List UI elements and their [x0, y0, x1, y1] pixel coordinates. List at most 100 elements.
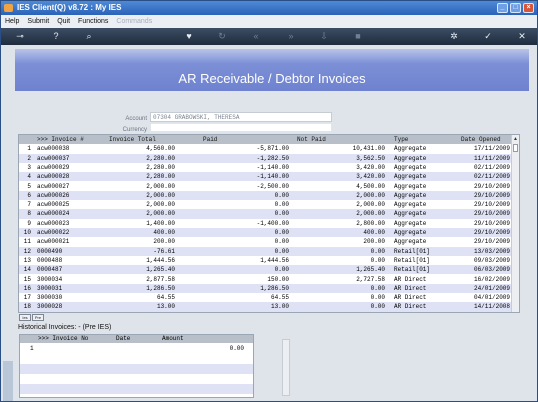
table-row[interactable]: 18 3000028 13.00 13.00 0.00 AR Direct 14/11/20… — [19, 302, 512, 312]
paid-amount: 13.00 — [270, 303, 289, 311]
heart-icon[interactable]: ♥ — [184, 31, 194, 41]
export-icon[interactable]: ⇩ — [319, 31, 329, 41]
table-row[interactable]: 5 acw000027 2,000.00 -2,500.00 4,500.00 Aggre… — [19, 182, 512, 191]
account-label: Account — [125, 116, 147, 122]
paid-amount: 0.00 — [274, 201, 289, 209]
cancel-icon[interactable]: ✕ — [517, 31, 527, 41]
table-row[interactable]: 2 acw000037 2,280.00 -1,282.50 3,562.50 Aggre… — [19, 153, 512, 163]
tab-pre[interactable]: Pre — [32, 314, 44, 321]
history-row-number: 1 — [30, 345, 34, 352]
table-row[interactable]: 10 acw000022 400.00 0.00 400.00 Aggregate 29/1… — [19, 228, 512, 238]
toolbar: ⊸ ? ⌕ ♥ ↻ « » ⇩ ■ ✲ ✓ ✕ — [1, 28, 537, 45]
minimize-button[interactable]: _ — [497, 3, 508, 13]
currency-field[interactable] — [150, 123, 332, 132]
paid-amount: 0.00 — [274, 247, 289, 255]
table-row[interactable]: 15 3000034 2,877.58 150.00 2,727.58 AR Direct… — [19, 275, 512, 284]
invoice-total: 1,400.00 — [146, 219, 175, 227]
col-invoice[interactable]: >>> Invoice # — [37, 135, 107, 144]
history-empty-row — [20, 384, 253, 394]
not-paid-amount: 2,000.00 — [356, 210, 385, 218]
stop-icon[interactable]: ■ — [353, 31, 363, 41]
invoice-total: 2,000.00 — [146, 201, 175, 209]
date-opened: 09/03/2009 — [473, 256, 510, 264]
col-date-opened[interactable]: Date Opened — [461, 135, 511, 144]
invoice-number: acw000028 — [37, 173, 70, 181]
menu-bar: Help Submit Quit Functions Commands — [1, 15, 537, 28]
confirm-icon[interactable]: ✓ — [483, 31, 493, 41]
menu-functions[interactable]: Functions — [78, 15, 108, 28]
row-number: 1 — [27, 145, 31, 153]
col-paid[interactable]: Paid — [203, 135, 243, 144]
col-invoice-total[interactable]: Invoice Total — [109, 135, 175, 144]
col-amount[interactable]: Amount — [162, 335, 192, 343]
invoice-total: 2,000.00 — [146, 210, 175, 218]
date-opened: 29/10/2009 — [473, 182, 510, 190]
table-row[interactable]: 16 3000031 1,286.50 1,286.50 0.00 AR Direct 24… — [19, 283, 512, 294]
invoice-total: 2,280.00 — [146, 154, 175, 162]
table-row[interactable]: 7 acw000025 2,000.00 0.00 2,000.00 Aggregate 2… — [19, 200, 512, 209]
history-title: Historical Invoices: - (Pre IES) — [18, 324, 112, 331]
table-row[interactable]: 13 0000488 1,444.56 1,444.56 0.00 Retail[01] 0… — [19, 256, 512, 265]
invoice-total: 1,265.40 — [146, 266, 175, 274]
history-row[interactable]: 1 0.00 — [20, 344, 253, 354]
col-type[interactable]: Type — [394, 135, 424, 144]
not-paid-amount: 3,420.00 — [356, 173, 385, 181]
row-number: 4 — [27, 173, 31, 181]
not-paid-amount: 0.00 — [370, 247, 385, 255]
col-invoice-no[interactable]: >>> Invoice No — [38, 335, 94, 343]
table-row[interactable]: 4 acw000028 2,280.00 -1,140.00 3,420.00 Aggre… — [19, 172, 512, 182]
not-paid-amount: 0.00 — [370, 284, 385, 292]
invoice-number: 3000030 — [37, 294, 63, 302]
table-row[interactable]: 12 0000490 -76.61 0.00 0.00 Retail[01] 13/03/2… — [19, 246, 512, 256]
menu-help[interactable]: Help — [5, 15, 19, 28]
account-field[interactable]: 07304 GRABOWSKI, THERESA — [150, 112, 332, 122]
table-row[interactable]: 17 3000030 64.55 64.55 0.00 AR Direct 04/01/20… — [19, 293, 512, 302]
not-paid-amount: 3,562.50 — [356, 154, 385, 162]
menu-quit[interactable]: Quit — [57, 15, 70, 28]
invoice-number: acw000022 — [37, 229, 70, 236]
table-row[interactable]: 3 acw000029 2,280.00 -1,140.00 3,420.00 Aggre… — [19, 163, 512, 172]
invoice-total: 400.00 — [153, 229, 175, 236]
help-icon[interactable]: ? — [51, 31, 61, 41]
invoice-type: Aggregate — [394, 173, 427, 181]
col-not-paid[interactable]: Not Paid — [297, 135, 337, 144]
table-row[interactable]: 9 acw000023 1,400.00 -1,400.00 2,800.00 Aggre… — [19, 219, 512, 228]
history-table-header: >>> Invoice No Date Amount — [20, 335, 253, 343]
col-date[interactable]: Date — [116, 335, 136, 343]
paid-amount: 64.55 — [270, 294, 289, 302]
invoice-type: Aggregate — [394, 210, 427, 218]
menu-commands[interactable]: Commands — [116, 15, 152, 28]
table-row[interactable]: 8 acw000024 2,000.00 0.00 2,000.00 Aggregate 2… — [19, 209, 512, 219]
date-opened: 04/01/2009 — [473, 294, 510, 302]
search-icon[interactable]: ⌕ — [84, 31, 94, 41]
table-row[interactable]: 6 acw000026 2,000.00 0.00 2,000.00 Aggregate 2… — [19, 190, 512, 201]
date-opened: 24/01/2009 — [473, 284, 510, 292]
scroll-up-icon[interactable]: ▲ — [512, 135, 519, 143]
paid-amount: -1,282.50 — [256, 154, 289, 162]
invoice-type: Retail[01] — [394, 247, 431, 255]
paid-amount: -2,500.00 — [256, 182, 289, 190]
date-opened: 29/10/2009 — [473, 210, 510, 218]
tab-ies[interactable]: Ies — [19, 314, 31, 321]
not-paid-amount: 2,000.00 — [356, 191, 385, 199]
table-row[interactable]: 11 acw000021 200.00 0.00 200.00 Aggregate 29/1… — [19, 237, 512, 246]
invoice-total: -76.61 — [153, 247, 175, 255]
table-row[interactable]: 14 0000487 1,265.40 0.00 1,265.40 Retail[01] 0… — [19, 265, 512, 275]
row-number: 11 — [23, 238, 31, 246]
invoice-table-scrollbar[interactable]: ▲ — [511, 135, 519, 312]
invoice-number: acw000037 — [37, 154, 70, 162]
scroll-thumb[interactable] — [513, 144, 518, 152]
close-button[interactable]: × — [523, 3, 534, 13]
rewind-icon[interactable]: « — [251, 31, 261, 41]
maximize-button[interactable]: □ — [510, 3, 521, 13]
window-title: IES Client(Q) v8.72 : My IES — [17, 3, 122, 12]
refresh-icon[interactable]: ↻ — [217, 31, 227, 41]
key-icon[interactable]: ⊸ — [11, 31, 29, 41]
date-opened: 06/03/2009 — [473, 266, 510, 274]
menu-submit[interactable]: Submit — [27, 15, 49, 28]
table-row[interactable]: 1 acw000038 4,560.00 -5,871.00 10,431.00 Aggr… — [19, 144, 512, 153]
settings-icon[interactable]: ✲ — [449, 31, 459, 41]
history-scrollbar[interactable] — [282, 339, 290, 396]
row-number: 7 — [27, 201, 31, 209]
fast-forward-icon[interactable]: » — [286, 31, 296, 41]
